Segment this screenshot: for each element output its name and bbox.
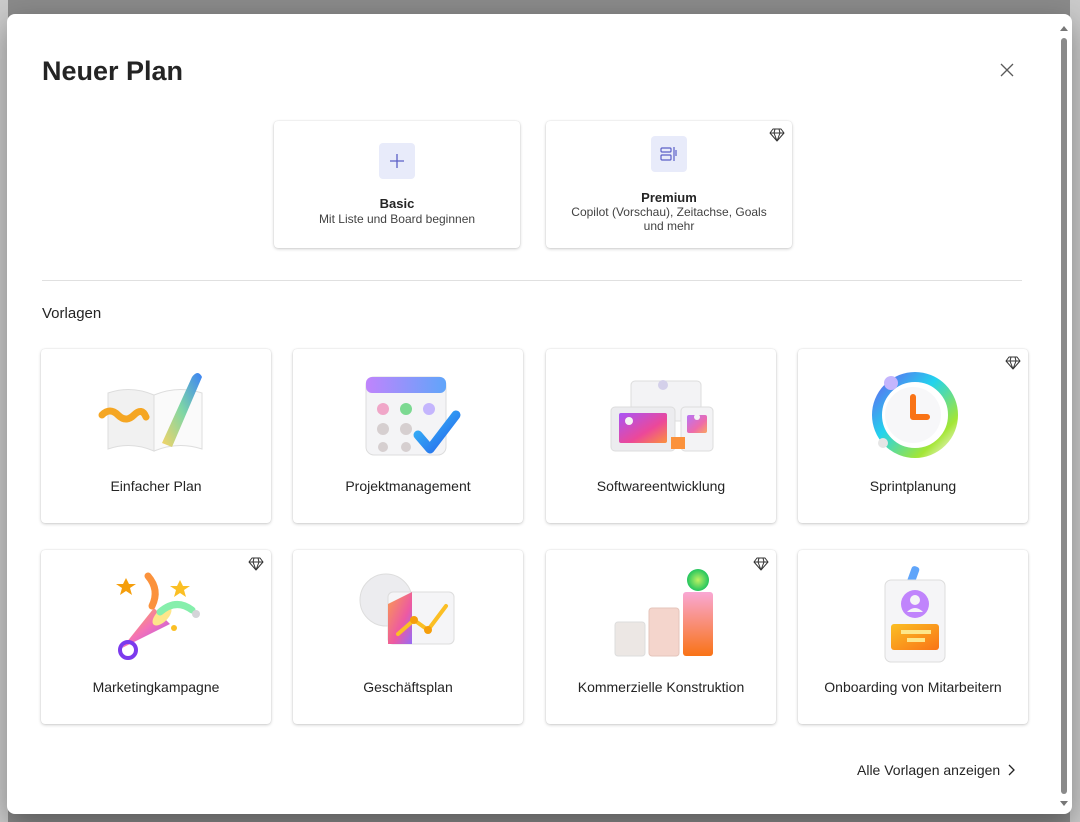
premium-diamond-icon [769,128,785,142]
all-templates-label: Alle Vorlagen anzeigen [857,762,1001,778]
template-card-projektmanagement[interactable]: Projektmanagement [293,349,523,523]
premium-diamond-icon [248,557,264,571]
section-divider [42,280,1022,281]
clock-ring-illustration-icon [872,372,958,458]
dialog-title: Neuer Plan [42,56,184,86]
template-label: Kommerzielle Konstruktion [577,679,745,695]
template-label: Onboarding von Mitarbeitern [824,679,1002,695]
calendar-check-illustration-icon [365,376,461,456]
template-label: Marketingkampagne [92,679,220,695]
template-label: Sprintplanung [869,478,957,494]
badge-illustration-icon [884,566,946,663]
plan-name: Premium [641,190,697,205]
new-plan-dialog: Neuer Plan Basic Mit Liste und Board beg… [7,14,1072,814]
plan-description: Mit Liste und Board beginnen [318,212,476,226]
template-label: Projektmanagement [345,478,471,494]
plus-icon [379,143,415,179]
template-card-kommerzielle-konstruktion[interactable]: Kommerzielle Konstruktion [546,550,776,724]
megaphone-illustration-icon [116,572,200,660]
premium-diamond-icon [1005,356,1021,370]
devices-illustration-icon [610,380,714,452]
timeline-board-icon [651,136,687,172]
plan-description: Copilot (Vorschau), Zeitachse, Goals und… [571,205,767,233]
scroll-down-arrow-icon[interactable] [1060,801,1068,806]
template-card-geschaeftsplan[interactable]: Geschäftsplan [293,550,523,724]
premium-diamond-icon [753,557,769,571]
close-icon [1000,63,1014,77]
template-card-einfacher-plan[interactable]: Einfacher Plan [41,349,271,523]
dialog-scrollbar[interactable] [1059,22,1069,808]
templates-section-title: Vorlagen [42,305,102,322]
template-card-sprintplanung[interactable]: Sprintplanung [798,349,1028,523]
building-blocks-illustration-icon [614,569,713,657]
template-card-marketingkampagne[interactable]: Marketingkampagne [41,550,271,724]
plan-name: Basic [379,196,415,211]
chart-board-illustration-icon [359,573,455,645]
plan-card-basic[interactable]: Basic Mit Liste und Board beginnen [274,121,520,248]
all-templates-link[interactable]: Alle Vorlagen anzeigen [857,762,1016,778]
scroll-up-arrow-icon[interactable] [1060,26,1068,31]
close-button[interactable] [995,58,1019,82]
template-label: Einfacher Plan [110,478,202,494]
template-card-onboarding[interactable]: Onboarding von Mitarbeitern [798,550,1028,724]
template-label: Geschäftsplan [363,679,453,695]
chevron-right-icon [1008,764,1016,776]
plan-card-premium[interactable]: Premium Copilot (Vorschau), Zeitachse, G… [546,121,792,248]
template-card-softwareentwicklung[interactable]: Softwareentwicklung [546,349,776,523]
template-label: Softwareentwicklung [596,478,726,494]
scroll-thumb[interactable] [1061,38,1067,794]
book-pen-illustration-icon [98,373,203,452]
